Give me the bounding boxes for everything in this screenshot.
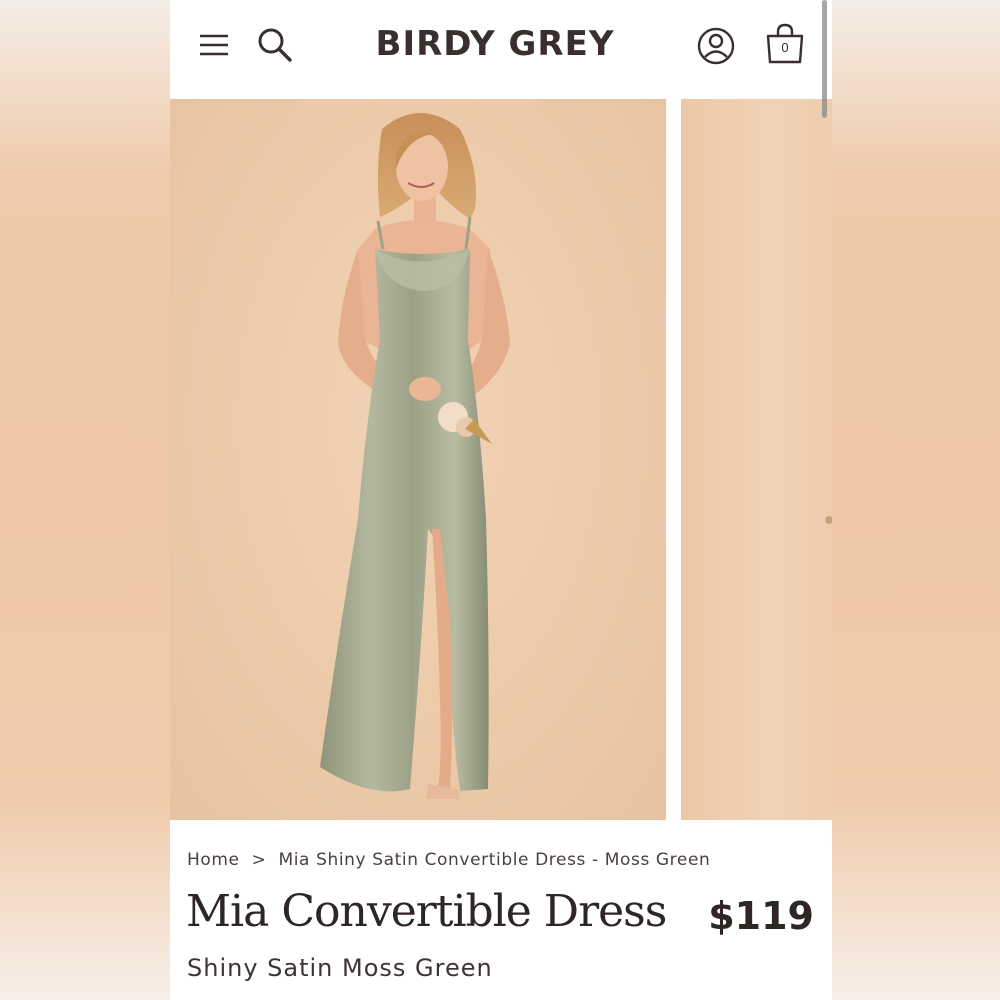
brand-logo[interactable]: BIRDY GREY (330, 22, 660, 66)
product-price: $119 (708, 894, 814, 938)
menu-button[interactable] (194, 26, 234, 64)
search-button[interactable] (254, 24, 296, 66)
product-info: Home > Mia Shiny Satin Convertible Dress -… (170, 820, 832, 1000)
cart-button[interactable]: 0 (762, 20, 808, 68)
product-subtitle: Shiny Satin Moss Green (187, 954, 493, 982)
hamburger-menu-icon (200, 34, 228, 56)
product-image-gallery[interactable] (170, 99, 832, 820)
breadcrumb-home-link[interactable]: Home (187, 850, 240, 870)
breadcrumb-separator: > (251, 850, 267, 870)
model-photo (320, 113, 510, 799)
search-icon (258, 28, 292, 62)
product-title: Mia Convertible Dress (186, 886, 667, 937)
account-icon (697, 27, 735, 65)
account-button[interactable] (694, 24, 738, 68)
breadcrumb-current: Mia Shiny Satin Convertible Dress - Moss… (278, 850, 711, 870)
cart-count-badge: 0 (781, 40, 789, 55)
breadcrumb: Home > Mia Shiny Satin Convertible Dress -… (187, 850, 710, 870)
product-image-next[interactable] (681, 99, 832, 820)
partial-figure (825, 516, 832, 524)
site-header: BIRDY GREY 0 (170, 0, 832, 98)
scrollbar[interactable] (822, 0, 827, 118)
product-image-main[interactable] (170, 99, 666, 820)
product-page: BIRDY GREY 0 Home > Mia Shiny Satin Conv… (170, 0, 832, 1000)
